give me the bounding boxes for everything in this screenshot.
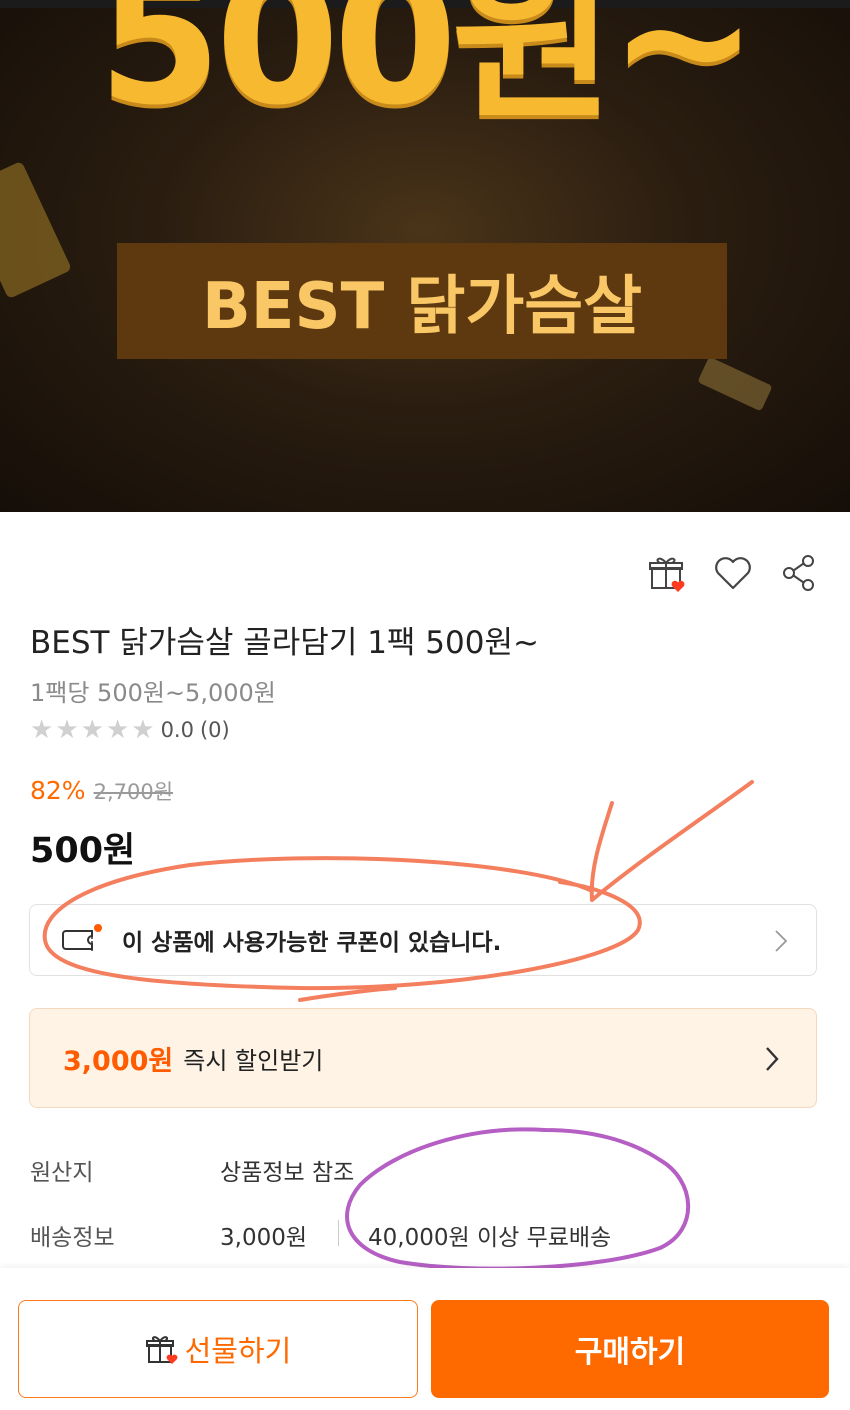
coupon-icon [62,924,102,951]
coupon-text: 이 상품에 사용가능한 쿠폰이 있습니다. [122,930,502,956]
original-price: 2,700원 [93,780,174,804]
rating-row: ★ ★ ★ ★ ★ 0.0 (0) [30,717,230,743]
gift-icon [145,1336,178,1364]
heart-icon[interactable] [712,552,754,594]
rating-stars: ★ ★ ★ ★ ★ [30,717,155,743]
instant-discount-button[interactable]: 3,000원 즉시 할인받기 [29,1008,817,1108]
free-shipping-condition: 40,000원 이상 무료배송 [368,1225,612,1251]
chevron-right-icon [775,930,788,952]
discount-row: 82% 2,700원 [30,776,173,806]
divider [338,1220,339,1246]
banner-confetti [697,356,773,412]
sale-price: 500원 [30,831,136,871]
gift-button[interactable]: 선물하기 [18,1300,418,1398]
rating-count: (0) [199,718,230,742]
orange-arrow-annotation [589,780,754,902]
shipping-fee: 3,000원 [220,1225,308,1251]
buy-button[interactable]: 구매하기 [431,1300,829,1398]
share-icon[interactable] [778,552,820,594]
product-subtitle: 1팩당 500원~5,000원 [30,679,276,707]
shipping-label: 배송정보 [30,1225,115,1251]
chevron-right-icon [766,1047,779,1071]
rating-score: 0.0 [160,718,194,742]
gift-icon[interactable] [646,552,688,594]
banner-price-text: 500원~ [97,0,758,144]
product-title: BEST 닭가슴살 골라담기 1팩 500원~ [30,625,539,661]
star-icon: ★ [80,715,104,745]
instant-discount-text: 즉시 할인받기 [183,1046,324,1075]
discount-rate: 82% [30,776,86,805]
star-icon: ★ [30,715,54,745]
instant-discount-amount: 3,000원 [63,1045,174,1077]
banner-confetti [0,160,73,300]
bottom-action-bar: 선물하기 구매하기 [0,1268,850,1410]
origin-label: 원산지 [30,1160,94,1186]
orange-underline-annotation [298,986,397,1002]
origin-value: 상품정보 참조 [220,1160,355,1186]
product-banner-image: 500원~ BEST 닭가슴살 [0,0,850,512]
product-actions [646,552,820,594]
banner-label: BEST 닭가슴살 [117,243,727,359]
buy-button-label: 구매하기 [574,1335,686,1370]
gift-button-label: 선물하기 [184,1334,292,1368]
star-icon: ★ [105,715,130,745]
star-icon: ★ [131,715,155,745]
star-icon: ★ [55,715,79,745]
coupon-banner[interactable]: 이 상품에 사용가능한 쿠폰이 있습니다. [29,904,817,976]
